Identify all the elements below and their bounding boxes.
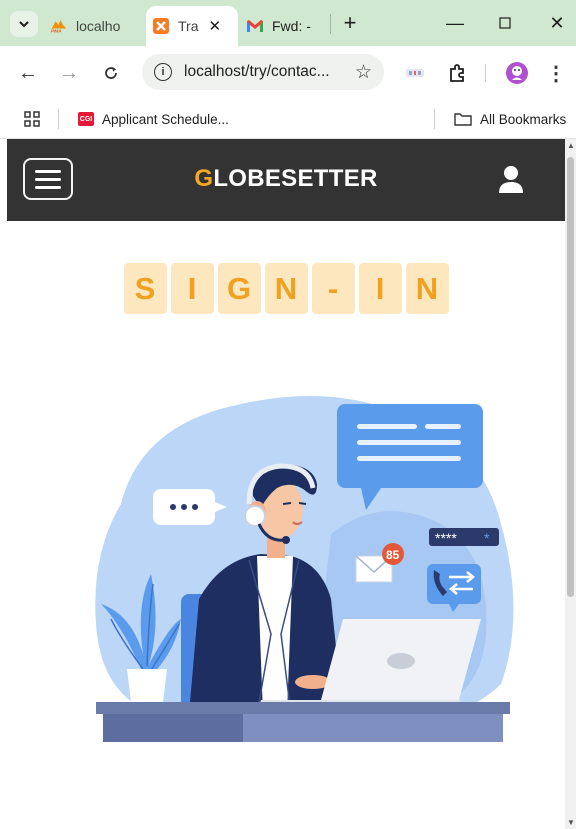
message-line (357, 456, 461, 461)
toolbar-divider (485, 64, 486, 82)
cgi-icon: CGI (78, 112, 94, 126)
minimize-button[interactable]: — (442, 10, 468, 36)
reload-icon (105, 67, 117, 79)
extensions-menu-button[interactable] (444, 60, 470, 86)
brand-rest: LOBESETTER (213, 165, 378, 192)
tab-search-button[interactable] (10, 11, 38, 37)
brand-first-letter: G (194, 165, 214, 192)
maximize-button[interactable] (492, 10, 518, 36)
url-text[interactable]: localhost/try/contac... (184, 63, 356, 81)
signin-letter-tile: I (170, 263, 214, 314)
kebab-menu-icon: ⋮ (546, 62, 566, 85)
apps-grid-icon (24, 111, 40, 127)
tab-label: Fwd: - (272, 18, 311, 34)
apps-button[interactable] (24, 100, 40, 138)
back-button[interactable]: ← (15, 60, 41, 86)
call-transfer-icon (427, 564, 481, 604)
gmail-icon (246, 17, 264, 35)
bookmarks-bar: CGI Applicant Schedule... All Bookmarks (0, 100, 576, 139)
phpmyadmin-icon: PMA (50, 17, 68, 35)
typing-dot (181, 504, 187, 510)
back-arrow-icon: ← (18, 61, 38, 84)
signin-letter-tile: S (123, 263, 167, 314)
bookmark-applicant-schedule[interactable]: CGI Applicant Schedule... (78, 100, 229, 138)
password-cursor-text: * (484, 530, 490, 546)
new-tab-button[interactable]: + (337, 10, 363, 36)
message-line (357, 440, 461, 445)
xampp-icon (152, 17, 170, 35)
signin-letter-tile: G (217, 263, 261, 314)
user-account-icon[interactable] (497, 165, 525, 195)
typing-dot (170, 504, 176, 510)
bookmark-label: All Bookmarks (480, 111, 567, 127)
tab-gmail[interactable]: Fwd: - (246, 6, 326, 46)
message-line (357, 424, 417, 429)
bookmark-star-icon[interactable]: ☆ (355, 61, 372, 84)
customer-support-illustration: **** * 85 (95, 396, 514, 742)
profile-avatar-icon (506, 62, 528, 84)
page-scrollbar[interactable]: ▲ ▼ (565, 139, 576, 829)
browser-tabstrip: PMA localho Tra ✕ Fwd: - + — ✕ (0, 0, 576, 46)
email-badge-count: 85 (386, 548, 400, 562)
profile-button[interactable] (504, 60, 530, 86)
phpmyadmin-badge-text: PMA (51, 29, 62, 35)
page-viewport: GLOBESETTER S I G N - I N **** * 85 (7, 139, 565, 829)
scrollbar-thumb[interactable] (567, 157, 574, 597)
extension-button[interactable] (404, 60, 426, 86)
scroll-up-arrow-icon[interactable]: ▲ (567, 141, 575, 150)
bookmark-separator (434, 109, 435, 129)
signin-letter-tile: N (264, 263, 308, 314)
tab-phpmyadmin[interactable]: PMA localho (50, 6, 140, 46)
signin-heading: S I G N - I N (7, 263, 565, 314)
site-brand[interactable]: GLOBESETTER (7, 165, 565, 193)
chevron-down-icon (19, 21, 29, 28)
bookmark-separator (58, 109, 59, 129)
close-window-button[interactable]: ✕ (544, 10, 570, 36)
bookmark-label: Applicant Schedule... (102, 111, 229, 127)
site-navbar: GLOBESETTER (7, 139, 565, 221)
tab-label: Tra (178, 18, 199, 34)
bookmark-all-bookmarks[interactable]: All Bookmarks (454, 100, 566, 138)
extension-tile-icon (406, 69, 424, 77)
scroll-down-arrow-icon[interactable]: ▼ (567, 818, 575, 827)
close-tab-icon[interactable]: ✕ (208, 17, 221, 35)
browser-toolbar: ← → i localhost/try/contac... ☆ ⋮ (0, 46, 576, 100)
signin-letter-tile: N (405, 263, 449, 314)
folder-icon (454, 113, 472, 126)
forward-button[interactable]: → (56, 60, 82, 86)
close-icon: ✕ (549, 12, 565, 33)
browser-menu-button[interactable]: ⋮ (546, 60, 566, 86)
plant-pot (127, 669, 167, 702)
signin-letter-tile: - (311, 263, 355, 314)
tab-divider (330, 14, 331, 34)
maximize-icon (499, 17, 511, 29)
password-mask-text: **** (435, 530, 457, 546)
minimize-icon: — (446, 12, 464, 33)
typing-dot (192, 504, 198, 510)
signin-letter-tile: I (358, 263, 402, 314)
message-line (425, 424, 461, 429)
tab-active[interactable]: Tra ✕ (146, 6, 238, 46)
message-bubble (337, 404, 483, 488)
reload-button[interactable] (98, 60, 124, 86)
desk-top (96, 702, 510, 714)
plus-icon: + (343, 10, 357, 35)
address-bar[interactable]: i localhost/try/contac... ☆ (142, 54, 384, 90)
site-info-icon[interactable]: i (154, 63, 172, 81)
forward-arrow-icon: → (59, 61, 79, 84)
puzzle-icon (450, 64, 464, 82)
tab-label: localho (76, 18, 121, 34)
